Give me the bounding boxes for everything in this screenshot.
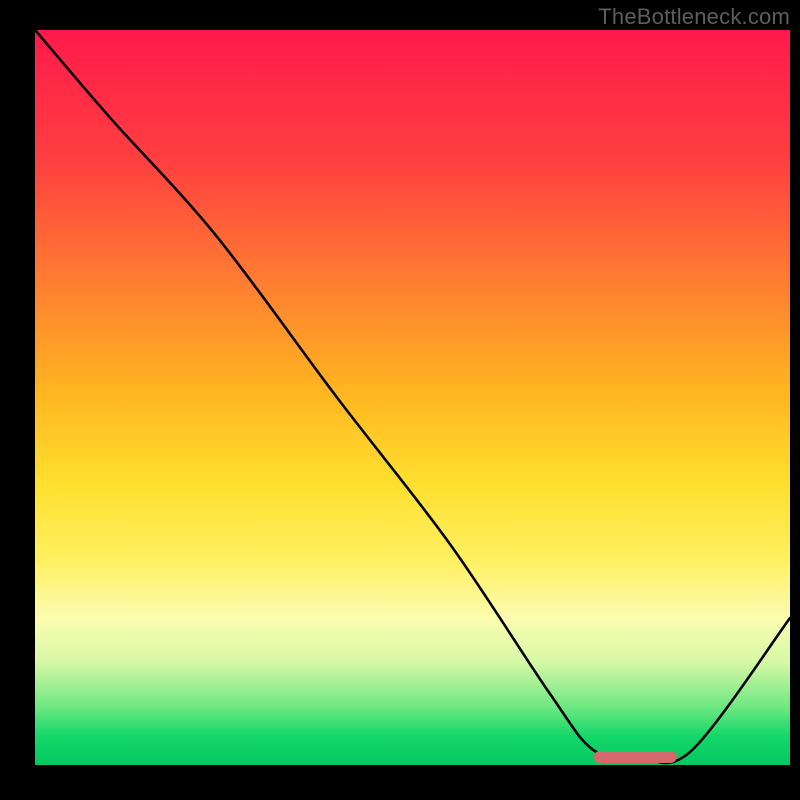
plot-area bbox=[35, 30, 790, 765]
watermark-label: TheBottleneck.com bbox=[598, 4, 790, 30]
chart-svg bbox=[35, 30, 790, 765]
optimal-range-bar bbox=[594, 751, 677, 763]
chart-frame: TheBottleneck.com bbox=[0, 0, 800, 800]
bottleneck-curve bbox=[35, 30, 790, 763]
